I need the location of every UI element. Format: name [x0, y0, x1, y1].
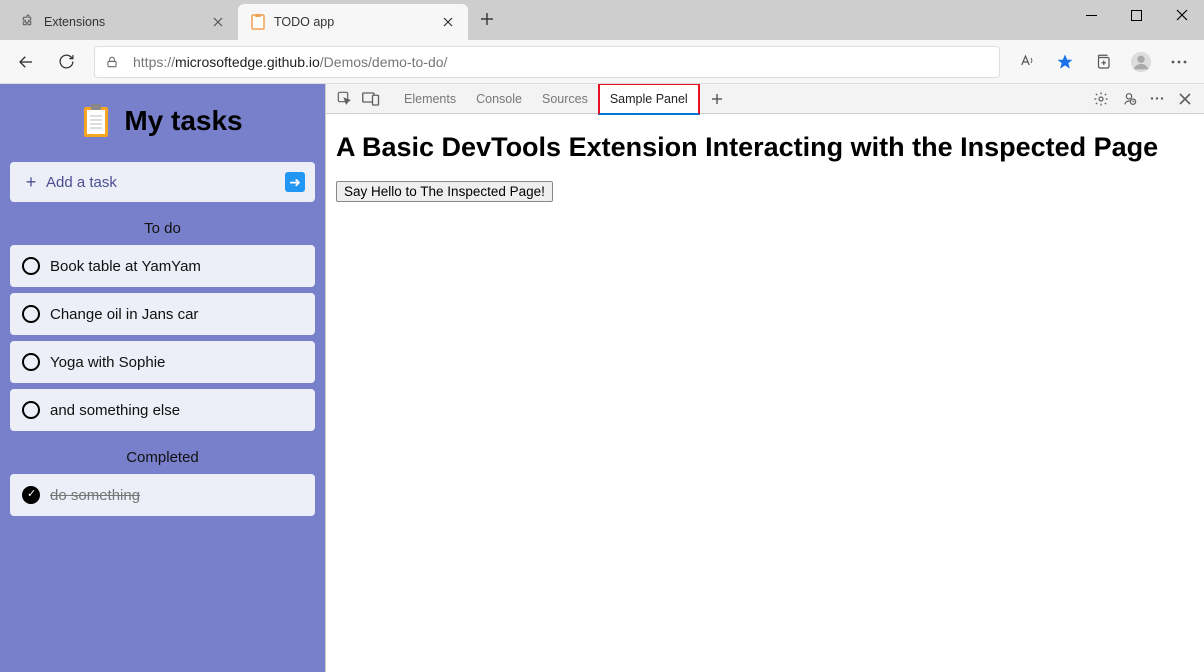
task-item[interactable]: Change oil in Jans car [10, 293, 315, 335]
completed-section-label: Completed [10, 449, 315, 466]
page-title: My tasks [124, 105, 242, 137]
inspect-element-button[interactable] [332, 86, 358, 112]
panel-heading: A Basic DevTools Extension Interacting w… [336, 132, 1194, 163]
plus-icon: + [22, 173, 40, 191]
settings-button[interactable] [1088, 86, 1114, 112]
close-icon[interactable] [440, 14, 456, 30]
url-prefix: https:// [133, 54, 175, 70]
submit-task-button[interactable]: ➜ [285, 172, 305, 192]
profile-button[interactable] [1124, 46, 1158, 78]
menu-button[interactable] [1162, 46, 1196, 78]
more-options-button[interactable] [1144, 86, 1170, 112]
url-path: /Demos/demo-to-do/ [320, 54, 448, 70]
minimize-button[interactable] [1069, 0, 1114, 30]
check-icon[interactable] [22, 486, 40, 504]
page-heading: My tasks [10, 104, 315, 138]
new-tab-button[interactable] [472, 4, 502, 34]
close-devtools-button[interactable] [1172, 86, 1198, 112]
content-area: My tasks + Add a task ➜ To do Book table… [0, 84, 1204, 672]
task-item-completed[interactable]: do something [10, 474, 315, 516]
devtools-tab-elements[interactable]: Elements [394, 84, 466, 114]
tab-title: Extensions [44, 15, 210, 29]
read-aloud-button[interactable] [1010, 46, 1044, 78]
devtools-tab-sample-panel[interactable]: Sample Panel [598, 84, 700, 115]
circle-icon[interactable] [22, 305, 40, 323]
window-titlebar: Extensions TODO app [0, 0, 1204, 40]
tab-extensions[interactable]: Extensions [8, 4, 238, 40]
task-item[interactable]: Book table at YamYam [10, 245, 315, 287]
task-item[interactable]: Yoga with Sophie [10, 341, 315, 383]
task-text: do something [50, 487, 140, 504]
window-controls [1069, 0, 1204, 30]
task-text: Yoga with Sophie [50, 354, 165, 371]
task-item[interactable]: and something else [10, 389, 315, 431]
address-bar: https://microsoftedge.github.io/Demos/de… [0, 40, 1204, 84]
tab-title: TODO app [274, 15, 440, 29]
todo-page: My tasks + Add a task ➜ To do Book table… [0, 84, 325, 672]
task-text: and something else [50, 402, 180, 419]
add-task-label: Add a task [46, 174, 117, 191]
devtools-tabbar: Elements Console Sources Sample Panel [326, 84, 1204, 114]
circle-icon[interactable] [22, 257, 40, 275]
extension-icon [20, 14, 36, 30]
feedback-button[interactable] [1116, 86, 1142, 112]
say-hello-button[interactable]: Say Hello to The Inspected Page! [336, 181, 553, 202]
favorite-button[interactable] [1048, 46, 1082, 78]
todo-icon [250, 14, 266, 30]
tab-todo-app[interactable]: TODO app [238, 4, 468, 40]
refresh-button[interactable] [48, 46, 84, 78]
task-text: Book table at YamYam [50, 258, 201, 275]
devtools-panel: Elements Console Sources Sample Panel [325, 84, 1204, 672]
circle-icon[interactable] [22, 353, 40, 371]
back-button[interactable] [8, 46, 44, 78]
task-text: Change oil in Jans car [50, 306, 198, 323]
clipboard-icon [82, 104, 110, 138]
url-input[interactable]: https://microsoftedge.github.io/Demos/de… [94, 46, 1000, 78]
collections-button[interactable] [1086, 46, 1120, 78]
close-icon[interactable] [210, 14, 226, 30]
circle-icon[interactable] [22, 401, 40, 419]
window-close-button[interactable] [1159, 0, 1204, 30]
devtools-panel-body: A Basic DevTools Extension Interacting w… [326, 114, 1204, 672]
add-task-input[interactable]: + Add a task ➜ [10, 162, 315, 202]
device-toggle-button[interactable] [358, 86, 384, 112]
more-tabs-button[interactable] [704, 86, 730, 112]
url-host: microsoftedge.github.io [175, 54, 320, 70]
lock-icon [105, 55, 119, 69]
todo-section-label: To do [10, 220, 315, 237]
browser-tabs: Extensions TODO app [8, 4, 502, 40]
devtools-tab-sources[interactable]: Sources [532, 84, 598, 114]
maximize-button[interactable] [1114, 0, 1159, 30]
devtools-tab-console[interactable]: Console [466, 84, 532, 114]
